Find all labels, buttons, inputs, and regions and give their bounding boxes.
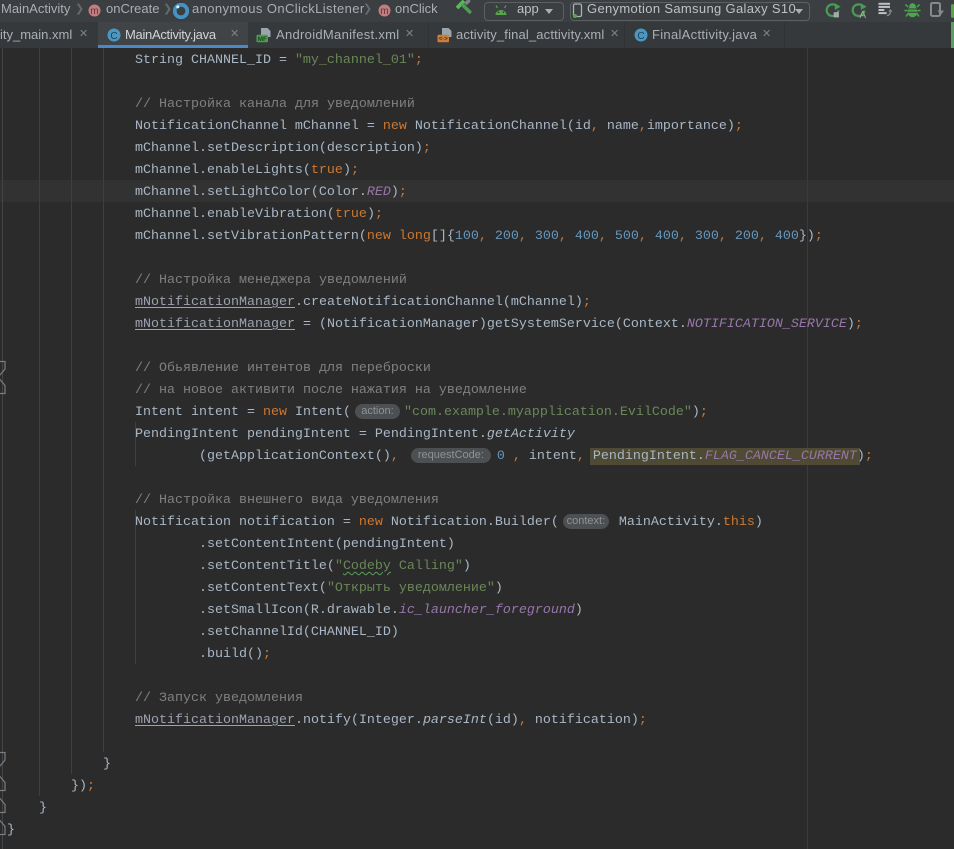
svg-text:C: C — [110, 31, 117, 42]
svg-text:m: m — [90, 6, 98, 17]
svg-text:m: m — [380, 6, 388, 17]
svg-text:<·>: <·> — [439, 37, 449, 43]
svg-text:MF: MF — [258, 36, 267, 43]
svg-text:A: A — [859, 10, 866, 19]
svg-text:C: C — [637, 31, 644, 42]
